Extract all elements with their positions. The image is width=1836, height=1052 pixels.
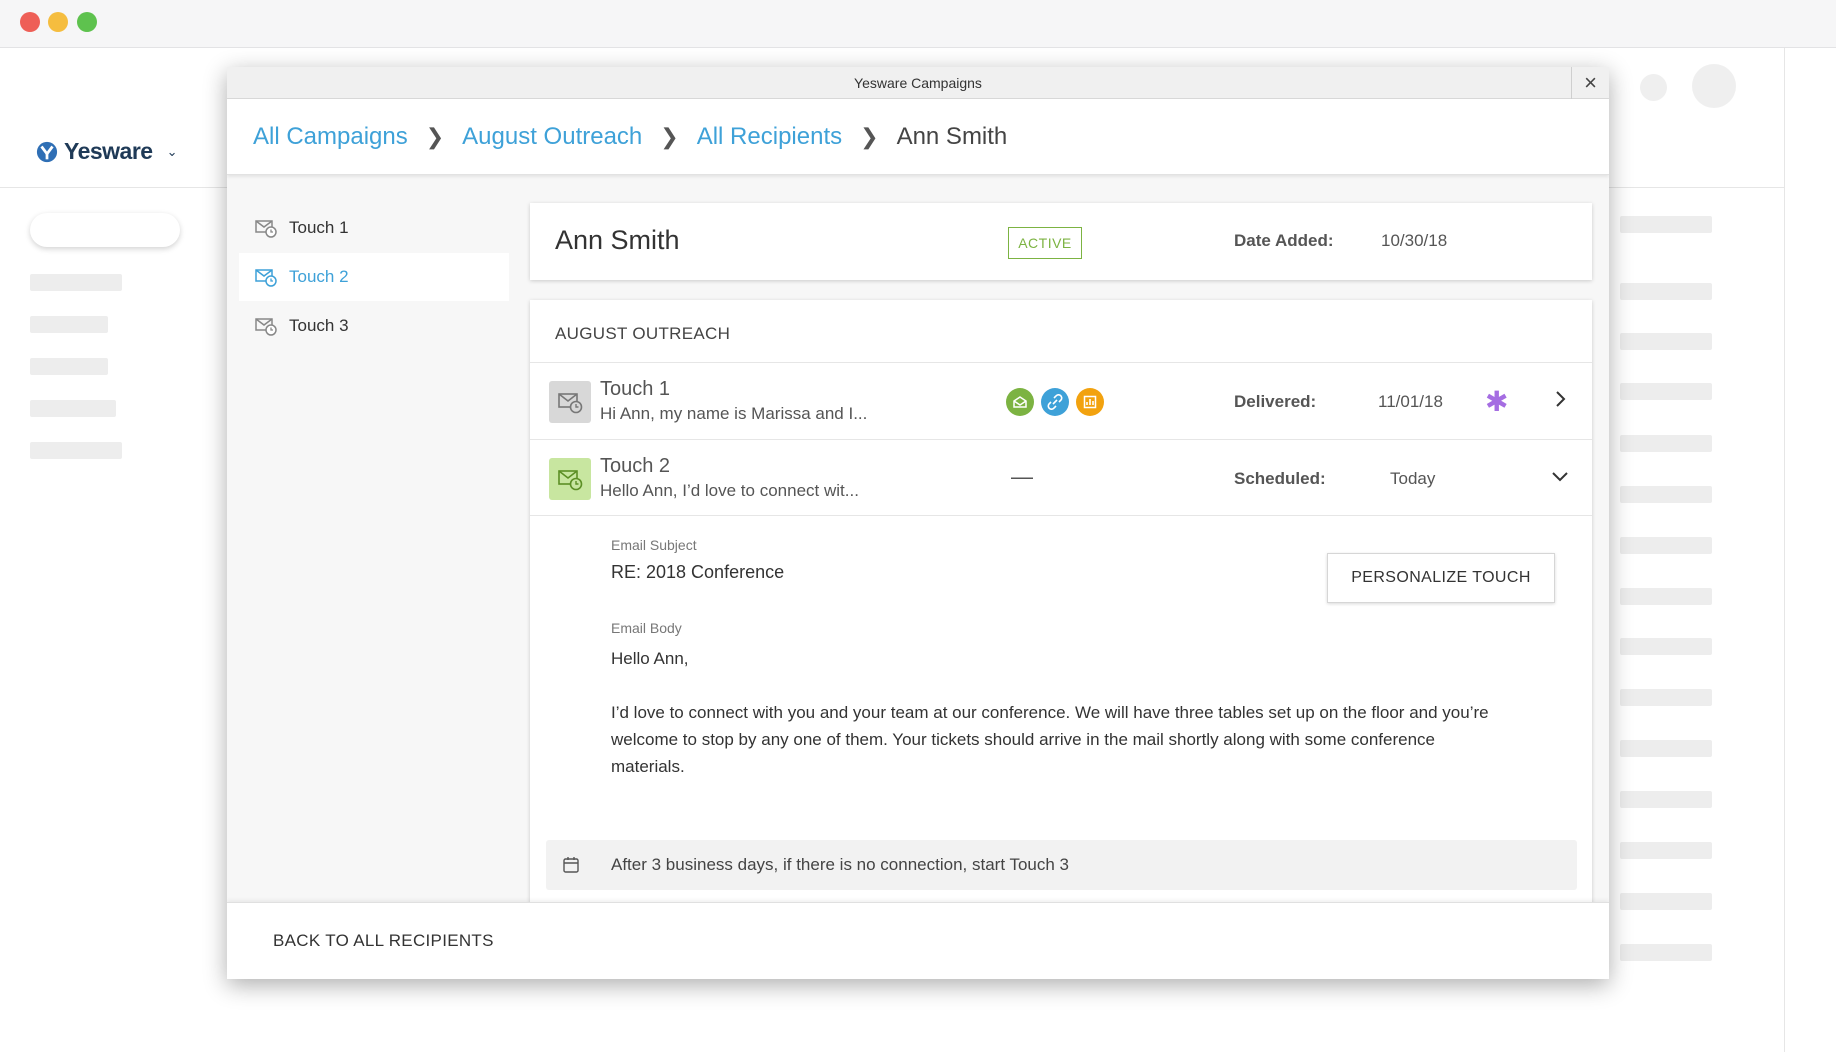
sidebar-placeholder — [30, 274, 122, 291]
scheduled-email-icon — [549, 381, 591, 423]
sidebar-placeholder — [30, 358, 108, 375]
touch-row-1[interactable]: Touch 1 Hi Ann, my name is Marissa and I… — [530, 362, 1592, 439]
touch-nav: Touch 1 Touch 2 Touch 3 — [239, 204, 509, 351]
nav-item-label: Touch 2 — [289, 267, 349, 286]
nav-item-touch-2[interactable]: Touch 2 — [239, 253, 509, 301]
list-placeholder — [1620, 383, 1712, 400]
date-added-label: Date Added: — [1234, 231, 1334, 250]
campaign-card: AUGUST OUTREACH Touch 1 Hi Ann, my name … — [530, 300, 1592, 979]
email-body-label: Email Body — [611, 620, 682, 636]
campaigns-modal: Yesware Campaigns × All Campaigns ❯ Augu… — [227, 67, 1609, 979]
sidebar-placeholder — [30, 316, 108, 333]
email-subject-label: Email Subject — [611, 537, 697, 553]
personalize-touch-button[interactable]: PERSONALIZE TOUCH — [1327, 553, 1555, 603]
opened-icon — [1006, 388, 1034, 416]
breadcrumb-current: Ann Smith — [896, 122, 1008, 150]
close-icon[interactable]: × — [1571, 67, 1609, 99]
follow-up-rule: After 3 business days, if there is no co… — [546, 840, 1577, 890]
list-placeholder — [1620, 791, 1712, 808]
status-badge: ACTIVE — [1008, 227, 1082, 259]
attachment-viewed-icon — [1076, 388, 1104, 416]
list-placeholder — [1620, 216, 1712, 233]
calendar-icon — [563, 857, 579, 873]
list-placeholder — [1620, 689, 1712, 706]
nav-item-label: Touch 1 — [289, 218, 349, 237]
engagement-stats — [1006, 388, 1104, 416]
email-body-paragraph: I’d love to connect with you and your te… — [611, 703, 1489, 776]
list-placeholder — [1620, 537, 1712, 554]
list-placeholder — [1620, 486, 1712, 503]
list-placeholder — [1620, 435, 1712, 452]
chevron-down-icon[interactable] — [1550, 466, 1570, 486]
back-to-all-recipients-button[interactable]: BACK TO ALL RECIPIENTS — [273, 931, 494, 951]
nav-item-touch-3[interactable]: Touch 3 — [239, 302, 509, 350]
touch-title: Touch 1 — [600, 378, 671, 400]
list-placeholder — [1620, 893, 1712, 910]
asterisk-icon: ✱ — [1485, 386, 1509, 417]
follow-up-rule-text: After 3 business days, if there is no co… — [611, 855, 1069, 874]
window-titlebar — [0, 0, 1836, 48]
list-placeholder — [1620, 588, 1712, 605]
nav-item-label: Touch 3 — [289, 316, 349, 335]
list-placeholder — [1620, 740, 1712, 757]
chevron-right-icon[interactable] — [1550, 389, 1570, 409]
scheduled-email-icon — [255, 220, 277, 238]
recipient-name: Ann Smith — [555, 225, 680, 255]
scheduled-value: Today — [1390, 469, 1436, 488]
brand-name: Yesware — [64, 138, 153, 164]
scheduled-email-icon — [255, 318, 277, 336]
breadcrumb-all-recipients[interactable]: All Recipients — [697, 123, 842, 151]
avatar-placeholder — [1640, 74, 1667, 101]
touch-preview: Hello Ann, I’d love to connect wit... — [600, 481, 859, 500]
chevron-right-icon: ❯ — [860, 123, 879, 149]
date-added-value: 10/30/18 — [1381, 231, 1448, 250]
touch-title: Touch 2 — [600, 455, 671, 477]
yesware-logo-icon — [36, 141, 58, 162]
recipient-card: Ann Smith ACTIVE Date Added: 10/30/18 — [530, 203, 1592, 280]
list-placeholder — [1620, 283, 1712, 300]
chevron-down-icon: ⌄ — [166, 143, 178, 159]
campaign-title: AUGUST OUTREACH — [555, 324, 731, 343]
minimize-window-button[interactable] — [48, 12, 68, 32]
no-stats-placeholder: — — [1011, 464, 1033, 489]
breadcrumb-campaign[interactable]: August Outreach — [462, 123, 642, 151]
sidebar-placeholder — [30, 442, 122, 459]
scheduled-email-icon — [255, 269, 277, 287]
breadcrumb-all-campaigns[interactable]: All Campaigns — [253, 123, 408, 151]
list-placeholder — [1620, 638, 1712, 655]
touch-row-2[interactable]: Touch 2 Hello Ann, I’d love to connect w… — [530, 439, 1592, 516]
breadcrumb: All Campaigns ❯ August Outreach ❯ All Re… — [227, 99, 1609, 175]
close-window-button[interactable] — [20, 12, 40, 32]
list-placeholder — [1620, 944, 1712, 961]
yesware-logo[interactable]: Yesware ⌄ — [36, 138, 178, 165]
delivered-label: Delivered: — [1234, 392, 1317, 411]
sidebar-placeholder — [30, 400, 116, 417]
list-placeholder — [1620, 842, 1712, 859]
chevron-right-icon: ❯ — [425, 123, 445, 149]
chevron-right-icon: ❯ — [660, 123, 679, 149]
divider — [1784, 48, 1785, 1052]
zoom-window-button[interactable] — [77, 12, 97, 32]
scheduled-email-icon — [549, 458, 591, 500]
nav-item-touch-1[interactable]: Touch 1 — [239, 204, 509, 252]
email-body-greeting: Hello Ann, — [611, 649, 689, 668]
email-subject: RE: 2018 Conference — [611, 562, 785, 582]
scheduled-label: Scheduled: — [1234, 469, 1326, 488]
touch-preview: Hi Ann, my name is Marissa and I... — [600, 404, 868, 423]
delivered-date: 11/01/18 — [1378, 392, 1443, 411]
avatar[interactable] — [1692, 64, 1736, 108]
modal-title: Yesware Campaigns — [227, 67, 1609, 99]
link-clicked-icon — [1041, 388, 1069, 416]
compose-button[interactable] — [30, 213, 180, 247]
modal-footer: BACK TO ALL RECIPIENTS — [227, 902, 1609, 979]
list-placeholder — [1620, 333, 1712, 350]
